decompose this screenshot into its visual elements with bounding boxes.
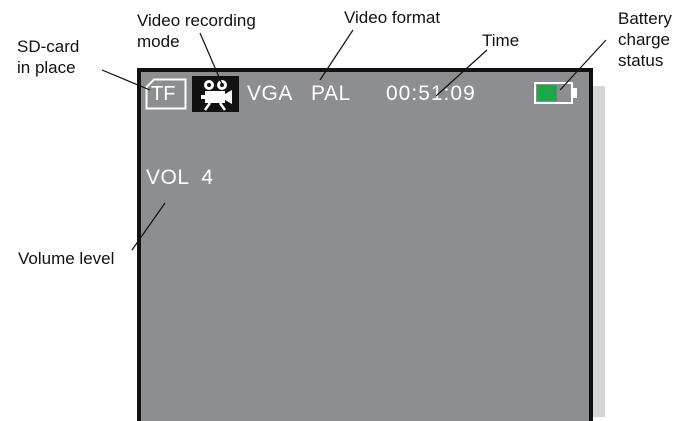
leader-sd-card [101,69,151,91]
leader-battery [559,39,607,91]
leader-time [435,49,488,97]
callout-leader-lines [101,29,607,251]
leader-volume [131,202,166,251]
leader-video-format [319,29,354,81]
leader-video-mode [199,32,223,85]
